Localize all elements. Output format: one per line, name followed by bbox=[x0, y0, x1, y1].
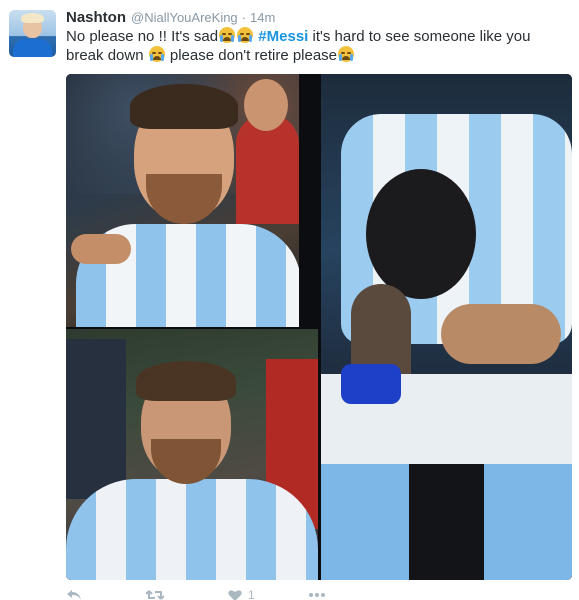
like-count: 1 bbox=[248, 588, 255, 600]
separator: · bbox=[241, 10, 247, 25]
crying-emoji-icon bbox=[338, 46, 355, 62]
retweet-button[interactable] bbox=[146, 589, 164, 600]
crying-emoji-icon bbox=[148, 46, 165, 62]
tweet-actions: 1 bbox=[66, 588, 366, 600]
player-beard bbox=[146, 174, 222, 224]
avatar[interactable] bbox=[9, 10, 56, 57]
tweet-header: Nashton @NiallYouAreKing · 14m bbox=[66, 9, 275, 27]
player-socks bbox=[321, 464, 572, 580]
crying-emoji-icon bbox=[219, 27, 236, 43]
official-figure bbox=[66, 339, 126, 499]
captain-armband bbox=[341, 364, 401, 404]
player-hand bbox=[441, 304, 561, 364]
like-button[interactable]: 1 bbox=[228, 588, 255, 600]
photo-1[interactable] bbox=[66, 74, 299, 327]
heart-icon bbox=[228, 590, 242, 600]
tweet-text-part-1: No please no !! It's sad bbox=[66, 28, 219, 45]
hashtag-link[interactable]: #Messi bbox=[258, 28, 308, 45]
avatar-hair bbox=[21, 13, 44, 23]
photo-2[interactable] bbox=[66, 329, 318, 580]
photo-3[interactable] bbox=[321, 74, 572, 580]
tweet: Nashton @NiallYouAreKing · 14m No please… bbox=[0, 0, 579, 600]
avatar-shirt bbox=[13, 39, 52, 57]
media-grid bbox=[66, 74, 572, 580]
player-hair bbox=[136, 361, 236, 401]
display-name[interactable]: Nashton bbox=[66, 9, 126, 26]
reply-icon bbox=[67, 590, 81, 600]
reply-button[interactable] bbox=[66, 589, 82, 600]
more-button[interactable] bbox=[308, 592, 326, 598]
retweet-icon bbox=[146, 590, 164, 600]
crying-emoji-icon bbox=[237, 27, 254, 43]
timestamp[interactable]: 14m bbox=[250, 10, 275, 25]
tweet-text-part-3: please don't retire please bbox=[165, 47, 338, 64]
bowed-head bbox=[366, 169, 476, 299]
player-jersey bbox=[66, 479, 318, 580]
user-handle[interactable]: @NiallYouAreKing bbox=[131, 10, 238, 25]
consoling-hand bbox=[71, 234, 131, 264]
tweet-text: No please no !! It's sad #Messi it's har… bbox=[66, 27, 566, 65]
player-beard bbox=[151, 439, 221, 484]
background-player-face bbox=[244, 79, 288, 131]
more-icon bbox=[309, 593, 325, 597]
player-hair bbox=[130, 84, 238, 129]
